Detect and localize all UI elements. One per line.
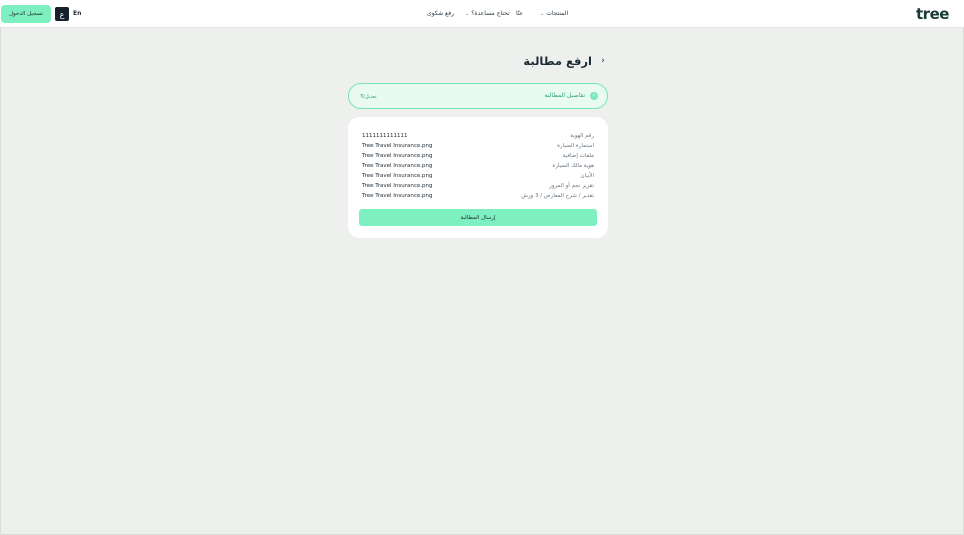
detail-row-vehicle-form: استمارة السيارة Tree Travel Insurance.pn… <box>362 143 594 151</box>
detail-label: استمارة السيارة <box>557 143 594 149</box>
edit-button[interactable]: تعديل ↻ <box>358 93 377 100</box>
detail-row-najm-report: تقرير نجم أو المرور Tree Travel Insuranc… <box>362 183 594 191</box>
chevron-down-icon: ⌄ <box>465 11 470 17</box>
detail-value[interactable]: Tree Travel Insurance.png <box>362 183 433 189</box>
back-button[interactable]: › <box>598 55 608 67</box>
detail-row-owner-id: هوية مالك السيارة Tree Travel Insurance.… <box>362 163 594 171</box>
detail-label: الأيبان <box>580 173 594 179</box>
detail-row-id: رقم الهوية 1111111111111 <box>362 133 594 141</box>
step-claim-details: ✓ تفاصيل المطالبة تعديل ↻ <box>348 83 608 109</box>
login-button[interactable]: تسجيل الدخول <box>1 5 51 23</box>
detail-row-additional-files: ملفات إضافية Tree Travel Insurance.png <box>362 153 594 161</box>
claim-summary-card: رقم الهوية 1111111111111 استمارة السيارة… <box>348 117 608 238</box>
chevron-down-icon: ⌄ <box>540 11 545 17</box>
detail-label: تقدير / شرح المعارض / 3 ورش <box>521 193 594 199</box>
nav-products[interactable]: المنتجات⌄ <box>540 10 568 17</box>
detail-value[interactable]: Tree Travel Insurance.png <box>362 153 433 159</box>
detail-label: رقم الهوية <box>570 133 594 139</box>
check-icon: ✓ <box>590 92 598 100</box>
tree-logo[interactable]: tree <box>916 5 949 23</box>
detail-label: هوية مالك السيارة <box>552 163 594 169</box>
language-en-button[interactable]: En <box>73 10 81 17</box>
step-label: تفاصيل المطالبة <box>544 92 585 99</box>
nav-about[interactable]: عنّا <box>516 10 523 17</box>
detail-label: تقرير نجم أو المرور <box>549 183 594 189</box>
detail-value[interactable]: Tree Travel Insurance.png <box>362 163 433 169</box>
top-navbar: tree المنتجات⌄ عنّا تحتاج مساعدة؟⌄ رفع ش… <box>0 0 964 28</box>
detail-row-iban: الأيبان Tree Travel Insurance.png <box>362 173 594 181</box>
detail-value[interactable]: Tree Travel Insurance.png <box>362 143 433 149</box>
detail-value: 1111111111111 <box>362 133 408 139</box>
detail-value[interactable]: Tree Travel Insurance.png <box>362 173 433 179</box>
detail-row-estimate: تقدير / شرح المعارض / 3 ورش Tree Travel … <box>362 193 594 201</box>
submit-claim-button[interactable]: إرسال المطالبة <box>359 209 597 226</box>
page-frame <box>0 0 964 535</box>
edit-label: تعديل <box>365 93 377 100</box>
detail-value[interactable]: Tree Travel Insurance.png <box>362 193 433 199</box>
page-title: ارفع مطالبة <box>523 54 592 68</box>
language-ar-button[interactable]: ع <box>55 7 69 21</box>
refresh-icon: ↻ <box>360 93 366 100</box>
detail-label: ملفات إضافية <box>562 153 594 159</box>
chevron-right-icon: › <box>601 56 605 66</box>
nav-complaint[interactable]: رفع شكوى <box>427 10 454 17</box>
nav-help[interactable]: تحتاج مساعدة؟⌄ <box>465 10 510 17</box>
